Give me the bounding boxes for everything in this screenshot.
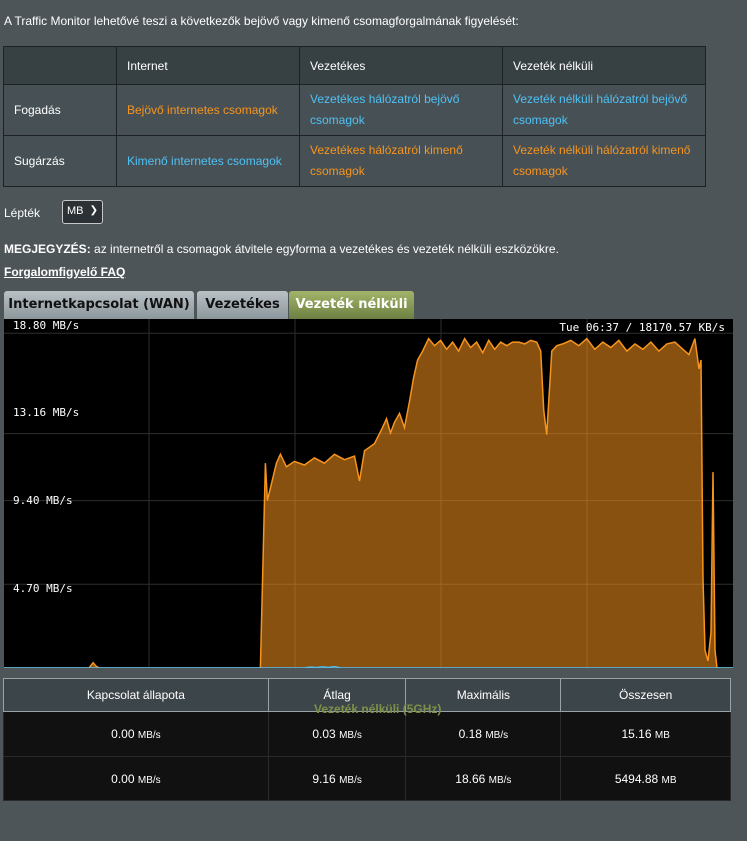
scale-select[interactable]: MB ❯ — [62, 200, 103, 224]
note-prefix: MEGJEGYZÉS: — [4, 242, 91, 256]
legend-cell: Vezetékes hálózatról kimenő csomagok — [299, 135, 503, 187]
stats-header-status: Kapcsolat állapota — [3, 678, 269, 712]
scale-label: Lépték — [4, 206, 41, 220]
legend-header-wired: Vezetékes — [299, 46, 503, 85]
stats-value: 0.18 — [458, 727, 482, 741]
stats-unit: MB/s — [339, 774, 362, 786]
y-tick-label: 9.40 MB/s — [13, 494, 73, 507]
stats-value: 0.03 — [312, 727, 336, 741]
legend-header-wireless: Vezeték nélküli — [502, 46, 706, 85]
legend-header-internet: Internet — [116, 46, 300, 85]
tab-wan[interactable]: Internetkapcsolat (WAN) — [4, 291, 194, 319]
stats-max-cell: 18.66 MB/s — [405, 756, 562, 801]
stats-unit: MB — [661, 774, 677, 786]
legend-header-empty — [3, 46, 117, 85]
chevron-down-icon: ❯ — [89, 205, 98, 216]
faq-link[interactable]: Forgalomfigyelő FAQ — [4, 265, 125, 279]
legend-row-label: Fogadás — [3, 84, 117, 136]
legend-cell: Kimenő internetes csomagok — [116, 135, 300, 187]
stats-value: 9.16 — [312, 771, 336, 786]
legend-cell: Vezeték nélküli hálózatról kimenő csomag… — [502, 135, 706, 187]
stats-max-cell: 0.18 MB/s — [405, 711, 562, 757]
legend-row-receive: Fogadás Bejövő internetes csomagok Vezet… — [3, 84, 706, 136]
stats-unit: MB — [654, 730, 670, 741]
legend-cell: Vezetékes hálózatról bejövő csomagok — [299, 84, 503, 136]
stats-row-receive: 0.00 MB/s 9.16 MB/s 18.66 MB/s 5494.88 M… — [3, 756, 731, 801]
stats-unit: MB/s — [488, 774, 512, 786]
stats-unit: MB/s — [137, 730, 161, 741]
stats-value: 15.16 — [621, 727, 652, 741]
legend-cell: Bejövő internetes csomagok — [116, 84, 300, 136]
stats-average-cell: 9.16 MB/s — [267, 756, 407, 801]
traffic-chart: 18.80 MB/s 13.16 MB/s 9.40 MB/s 4.70 MB/… — [4, 319, 733, 668]
traffic-legend-table: Internet Vezetékes Vezeték nélküli Fogad… — [3, 46, 706, 187]
stats-status-cell: 0.00 MB/s — [3, 756, 269, 801]
chart-readout: Tue 06:37 / 18170.57 KB/s — [559, 321, 725, 334]
stats-average-cell: 0.03 MB/s — [267, 711, 407, 757]
stats-header-total: Összesen — [560, 678, 731, 712]
y-tick-label: 13.16 MB/s — [13, 406, 80, 419]
note-text: MEGJEGYZÉS: az internetről a csomagok át… — [4, 242, 559, 256]
stats-value: 0.00 — [111, 727, 135, 741]
tab-wireless[interactable]: Vezeték nélküli — [289, 291, 414, 319]
stats-unit: MB/s — [485, 730, 509, 741]
note-body: az internetről a csomagok átvitele egyfo… — [90, 242, 559, 256]
stats-value: 18.66 — [455, 771, 486, 786]
legend-cell: Vezeték nélküli hálózatról bejövő csomag… — [502, 84, 706, 136]
stats-value: 0.00 — [111, 771, 135, 786]
y-tick-label: 4.70 MB/s — [13, 582, 73, 595]
stats-total-cell: 15.16 MB — [560, 711, 731, 757]
traffic-chart-canvas — [4, 319, 733, 668]
legend-row-label: Sugárzás — [3, 135, 117, 187]
y-tick-label: 18.80 MB/s — [13, 319, 80, 332]
stats-status-cell: 0.00 MB/s — [3, 711, 269, 757]
stats-table: Kapcsolat állapota Átlag Maximális Össze… — [3, 678, 731, 801]
stats-total-cell: 5494.88 MB — [560, 756, 731, 801]
stats-value: 5494.88 — [614, 771, 659, 786]
legend-row-transmit: Sugárzás Kimenő internetes csomagok Veze… — [3, 135, 706, 187]
series-area-receive — [4, 338, 733, 668]
stats-unit: MB/s — [137, 774, 161, 786]
tab-wired[interactable]: Vezetékes — [197, 291, 288, 319]
interface-label: Vezeték nélküli (5GHz) — [314, 702, 442, 716]
stats-row-transmit: 0.00 MB/s 0.03 MB/s 0.18 MB/s 15.16 MB — [3, 711, 731, 757]
stats-unit: MB/s — [339, 730, 362, 741]
scale-select-value: MB — [67, 205, 84, 217]
intro-text: A Traffic Monitor lehetővé teszi a követ… — [4, 14, 519, 28]
